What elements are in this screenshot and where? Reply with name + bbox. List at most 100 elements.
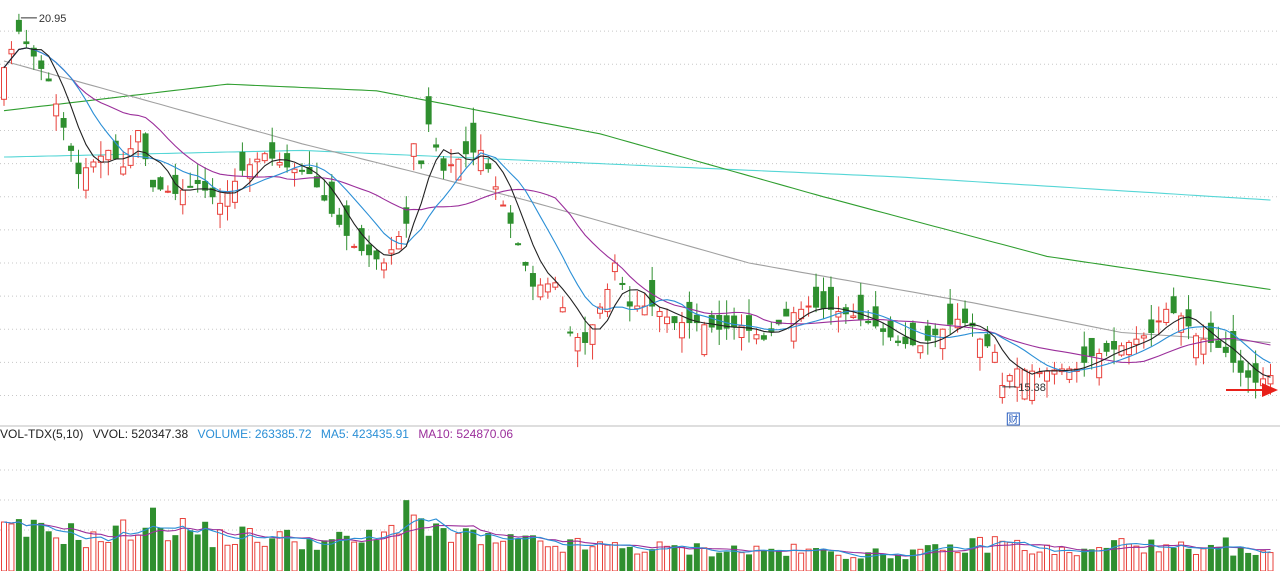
candle-up [991, 351, 998, 363]
candle-up [120, 166, 127, 175]
candle-down [1215, 340, 1222, 348]
volume-bar-up [798, 552, 805, 571]
volume-bar-up [597, 541, 603, 571]
volume-bar-up [664, 545, 671, 571]
candle-up [90, 161, 97, 168]
volume-bar-up [954, 552, 961, 571]
candle-down [68, 145, 75, 151]
volume-bar-down [984, 552, 991, 571]
volume-bar-up [939, 549, 946, 571]
volume-bar-up [82, 547, 89, 571]
candle-down [716, 314, 723, 330]
volume-ma5-value: MA5: 423435.91 [320, 427, 409, 441]
candle-up [559, 307, 566, 313]
volume-bar-up [1163, 544, 1170, 571]
candle-up [53, 103, 60, 117]
candle-down [366, 244, 373, 256]
candle-down [529, 273, 536, 287]
volume-bar-up [552, 545, 559, 571]
candle-down [485, 163, 492, 170]
volume-bar-up [53, 537, 60, 571]
candle-up [805, 305, 812, 308]
volume-bar-down [820, 548, 827, 571]
volume-bar-up [738, 552, 745, 571]
low-price-label: 15.38 [1018, 382, 1046, 394]
candle-down [1170, 296, 1177, 314]
candle-down [321, 195, 328, 201]
volume-bar-down [30, 519, 37, 571]
candle-up [224, 191, 231, 207]
candle-up [701, 324, 708, 356]
volume-bar-up [656, 541, 663, 571]
volume-bar-down [1111, 540, 1118, 571]
volume-bar-up [1029, 553, 1036, 571]
price-grid [0, 30, 1280, 531]
volume-bar-down [1207, 544, 1214, 571]
volume-bar-up [477, 544, 484, 571]
candle-down [619, 282, 626, 286]
volume-bar-down [671, 545, 678, 571]
candle-down [902, 336, 909, 345]
candle-up [664, 316, 671, 325]
volume-bar-up [1006, 541, 1013, 571]
candle-up [500, 204, 507, 207]
candle-down [895, 340, 901, 343]
candle-up [544, 283, 551, 293]
candle-down [582, 332, 589, 343]
volume-bar-up [976, 536, 983, 571]
volume-bar-down [947, 544, 954, 571]
volume-bar-down [768, 548, 775, 571]
candle-up [1163, 308, 1170, 323]
candle-down [15, 19, 22, 32]
high-price-label: 20.95 [39, 13, 67, 25]
volume-bar-down [1215, 546, 1222, 571]
candle-down [880, 328, 887, 332]
volume-bar-up [1036, 551, 1043, 571]
candle-down [567, 331, 574, 334]
volume-bar-down [38, 522, 45, 571]
candle-up [753, 334, 760, 340]
volume-bar-up [217, 529, 224, 571]
candle-down [760, 335, 767, 340]
candle-down [373, 250, 380, 260]
volume-bar-down [187, 530, 194, 571]
volume-bar-down [75, 539, 82, 571]
candle-down [269, 142, 276, 159]
candle-up [164, 190, 171, 193]
candle-down [857, 294, 864, 320]
candlesticks [1, 13, 1274, 405]
volume-bar-down [68, 523, 75, 571]
volume-bar-down [299, 549, 305, 571]
volume-bar-up [611, 542, 618, 571]
volume-bar-down [1237, 546, 1244, 571]
ma10-line [3, 47, 1271, 373]
volume-bar-up [634, 553, 641, 571]
volume-bar-up [105, 541, 112, 571]
candle-up [611, 262, 618, 273]
candle-up [1, 67, 7, 100]
volume-bar-down [1222, 537, 1229, 571]
volume-bar-up [1051, 554, 1058, 571]
candle-down [865, 320, 872, 324]
volume-bar-down [909, 549, 916, 571]
candle-down [984, 334, 991, 347]
volume-bar-down [470, 529, 477, 571]
volume-bar-down [686, 554, 693, 571]
volume-bar-down [827, 551, 834, 571]
volume-bar-down [507, 534, 514, 571]
volume-bar-down [425, 535, 432, 571]
candle-up [1133, 338, 1140, 345]
candle-down [187, 185, 194, 188]
candle-up [261, 153, 268, 162]
volume-bar-up [850, 557, 857, 571]
volume-bar-up [351, 541, 358, 571]
volume-bar-down [1245, 552, 1252, 571]
candle-up [492, 186, 499, 190]
candle-down [418, 160, 425, 165]
candle-up [179, 189, 186, 206]
event-marker-label: 财 [1008, 413, 1018, 426]
volume-bar-up [1, 521, 7, 571]
volume-bar-down [962, 552, 969, 571]
candle-up [388, 249, 395, 254]
volume-bar-up [1133, 545, 1140, 571]
